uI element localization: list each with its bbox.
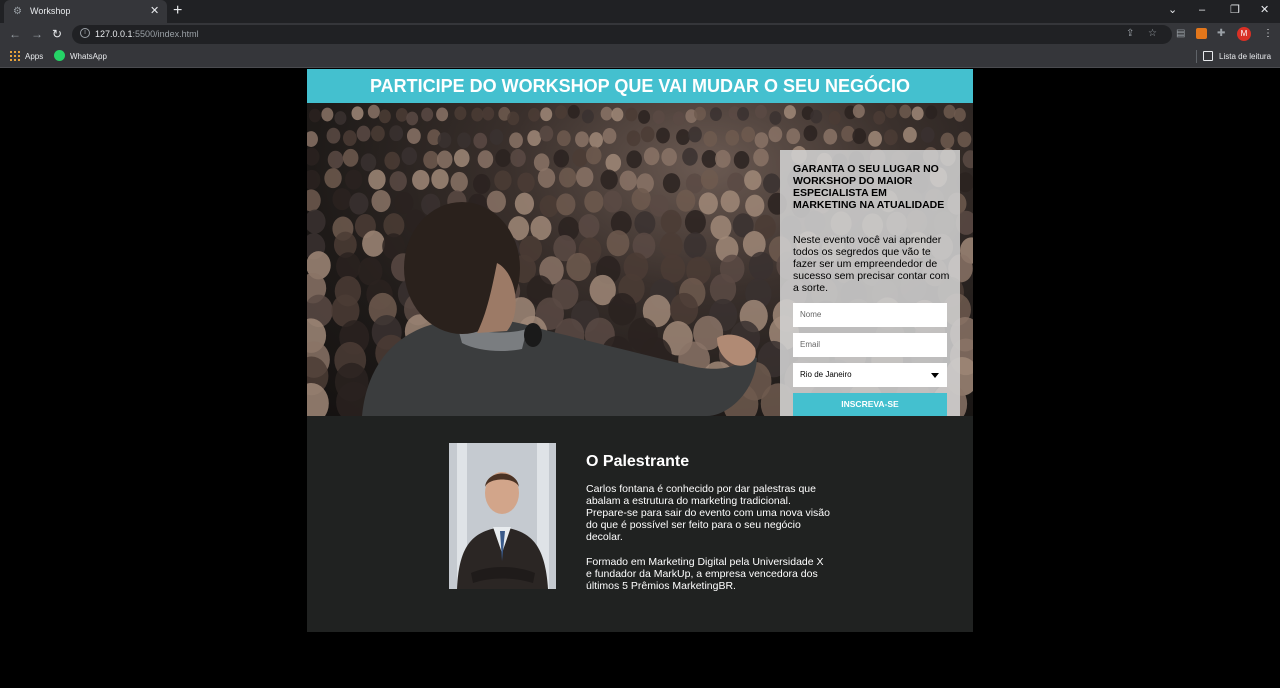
close-window-button[interactable]: ✕ bbox=[1260, 3, 1269, 17]
chevron-down-icon bbox=[931, 373, 939, 378]
back-icon[interactable]: ← bbox=[9, 27, 21, 41]
reading-list-button[interactable]: Lista de leitura bbox=[1219, 51, 1271, 62]
page-favicon-icon: ⚙ bbox=[13, 6, 22, 17]
bookmarks-divider bbox=[1196, 50, 1197, 63]
reading-list-icon bbox=[1203, 51, 1213, 61]
signup-form: GARANTA O SEU LUGAR NO WORKSHOP DO MAIOR… bbox=[780, 150, 960, 416]
landing-page: PARTICIPE DO WORKSHOP QUE VAI MUDAR O SE… bbox=[307, 69, 973, 632]
tab-title: Workshop bbox=[30, 6, 71, 16]
hero-section: GARANTA O SEU LUGAR NO WORKSHOP DO MAIOR… bbox=[307, 103, 973, 416]
share-icon[interactable]: ⇪ bbox=[1126, 28, 1134, 40]
site-info-icon[interactable]: i bbox=[80, 28, 90, 38]
tab-search-icon[interactable]: ⌄ bbox=[1168, 3, 1177, 17]
browser-toolbar: ← → ↻ i 127.0.0.1:5500/index.html ⇪ ☆ ▤ … bbox=[0, 23, 1280, 46]
browser-menu-icon[interactable]: ⋮ bbox=[1263, 28, 1273, 40]
new-tab-button[interactable]: + bbox=[173, 2, 182, 20]
forward-icon[interactable]: → bbox=[31, 27, 43, 41]
apps-grid-icon bbox=[10, 51, 20, 61]
tab-strip: ⚙ Workshop ✕ + ⌄ – ❐ ✕ bbox=[0, 0, 1280, 23]
close-tab-icon[interactable]: ✕ bbox=[150, 5, 159, 17]
speaker-bio-1: Carlos fontana é conhecido por dar pales… bbox=[586, 483, 830, 543]
bookmarks-bar bbox=[0, 46, 1280, 68]
page-banner: PARTICIPE DO WORKSHOP QUE VAI MUDAR O SE… bbox=[307, 69, 973, 103]
extensions-puzzle-icon[interactable]: ✚ bbox=[1217, 28, 1225, 40]
browser-tab[interactable]: ⚙ Workshop ✕ bbox=[4, 0, 167, 23]
whatsapp-icon bbox=[54, 50, 65, 61]
subscribe-button[interactable]: INSCREVA-SE bbox=[793, 393, 947, 416]
name-input[interactable]: Nome bbox=[793, 303, 947, 327]
url-text[interactable]: 127.0.0.1:5500/index.html bbox=[95, 29, 199, 40]
profile-avatar[interactable]: M bbox=[1237, 27, 1251, 41]
bookmark-star-icon[interactable]: ☆ bbox=[1148, 28, 1157, 40]
speaker-section: O Palestrante Carlos fontana é conhecido… bbox=[307, 416, 973, 632]
address-bar[interactable]: i 127.0.0.1:5500/index.html ⇪ ☆ bbox=[72, 25, 1172, 44]
city-select[interactable]: Rio de Janeiro bbox=[793, 363, 947, 387]
speaker-title: O Palestrante bbox=[586, 453, 690, 470]
reload-icon[interactable]: ↻ bbox=[52, 27, 62, 41]
form-description: Neste evento você vai aprender todos os … bbox=[793, 234, 950, 294]
bookmark-whatsapp[interactable]: WhatsApp bbox=[70, 51, 107, 62]
extension-icon[interactable]: ▤ bbox=[1176, 28, 1185, 40]
minimize-button[interactable]: – bbox=[1199, 3, 1205, 17]
speaker-bio-2: Formado em Marketing Digital pela Univer… bbox=[586, 556, 824, 592]
email-input[interactable]: Email bbox=[793, 333, 947, 357]
bookmark-apps[interactable]: Apps bbox=[25, 51, 43, 62]
form-title: GARANTA O SEU LUGAR NO WORKSHOP DO MAIOR… bbox=[793, 163, 945, 211]
speaker-photo bbox=[449, 443, 556, 589]
metamask-extension-icon[interactable] bbox=[1196, 28, 1207, 39]
restore-button[interactable]: ❐ bbox=[1230, 3, 1240, 17]
city-select-value: Rio de Janeiro bbox=[800, 370, 852, 379]
